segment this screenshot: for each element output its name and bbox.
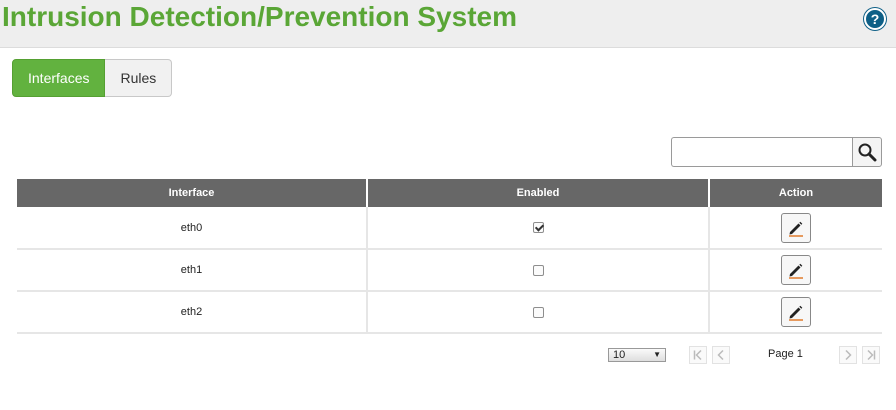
action-cell [708, 249, 882, 292]
pencil-icon [789, 263, 803, 279]
first-page-button[interactable] [689, 346, 707, 364]
pencil-icon [789, 221, 803, 237]
next-page-icon [845, 349, 852, 361]
edit-button[interactable] [781, 255, 811, 285]
page-size-select[interactable]: 10 ▼ [608, 348, 666, 362]
enabled-cell [366, 207, 709, 250]
last-page-icon [867, 349, 876, 361]
enabled-checkbox[interactable] [532, 306, 544, 318]
enabled-cell [366, 249, 709, 292]
search-box [671, 137, 882, 167]
next-page-button[interactable] [839, 346, 857, 364]
previous-page-icon [717, 349, 724, 361]
column-header-action[interactable]: Action [708, 179, 882, 207]
interface-cell: eth1 [17, 249, 367, 292]
table-row: eth0 [17, 207, 882, 250]
enabled-checkbox[interactable] [532, 264, 544, 276]
last-page-button[interactable] [862, 346, 880, 364]
table-row: eth1 [17, 249, 882, 292]
tab-rules[interactable]: Rules [105, 59, 173, 97]
column-header-enabled[interactable]: Enabled [366, 179, 709, 207]
edit-button[interactable] [781, 297, 811, 327]
interface-cell: eth2 [17, 291, 367, 334]
page-size-value: 10 [613, 349, 626, 361]
action-cell [708, 207, 882, 250]
enabled-cell [366, 291, 709, 334]
column-header-interface[interactable]: Interface [17, 179, 367, 207]
interfaces-table: Interface Enabled Action eth0 eth1 eth2 [17, 179, 882, 334]
tab-interfaces[interactable]: Interfaces [12, 59, 106, 97]
tab-bar: Interfaces Rules [12, 59, 173, 97]
action-cell [708, 291, 882, 334]
pager: 10 ▼ Page 1 [0, 346, 896, 366]
table-header-row: Interface Enabled Action [17, 179, 882, 207]
previous-page-button[interactable] [712, 346, 730, 364]
pencil-icon [789, 305, 803, 321]
first-page-icon [693, 349, 702, 361]
help-icon[interactable]: ? [864, 8, 886, 30]
dropdown-arrow-icon: ▼ [653, 350, 661, 359]
interface-cell: eth0 [17, 207, 367, 250]
search-button[interactable] [852, 137, 882, 167]
search-input[interactable] [671, 137, 852, 167]
enabled-checkbox[interactable] [532, 222, 544, 234]
content-panel: Interfaces Rules Interface Enabled Actio… [0, 47, 896, 410]
table-row: eth2 [17, 291, 882, 334]
page-title: Intrusion Detection/Prevention System [2, 1, 517, 32]
edit-button[interactable] [781, 212, 811, 243]
page-indicator: Page 1 [768, 348, 803, 360]
search-icon [858, 143, 877, 162]
